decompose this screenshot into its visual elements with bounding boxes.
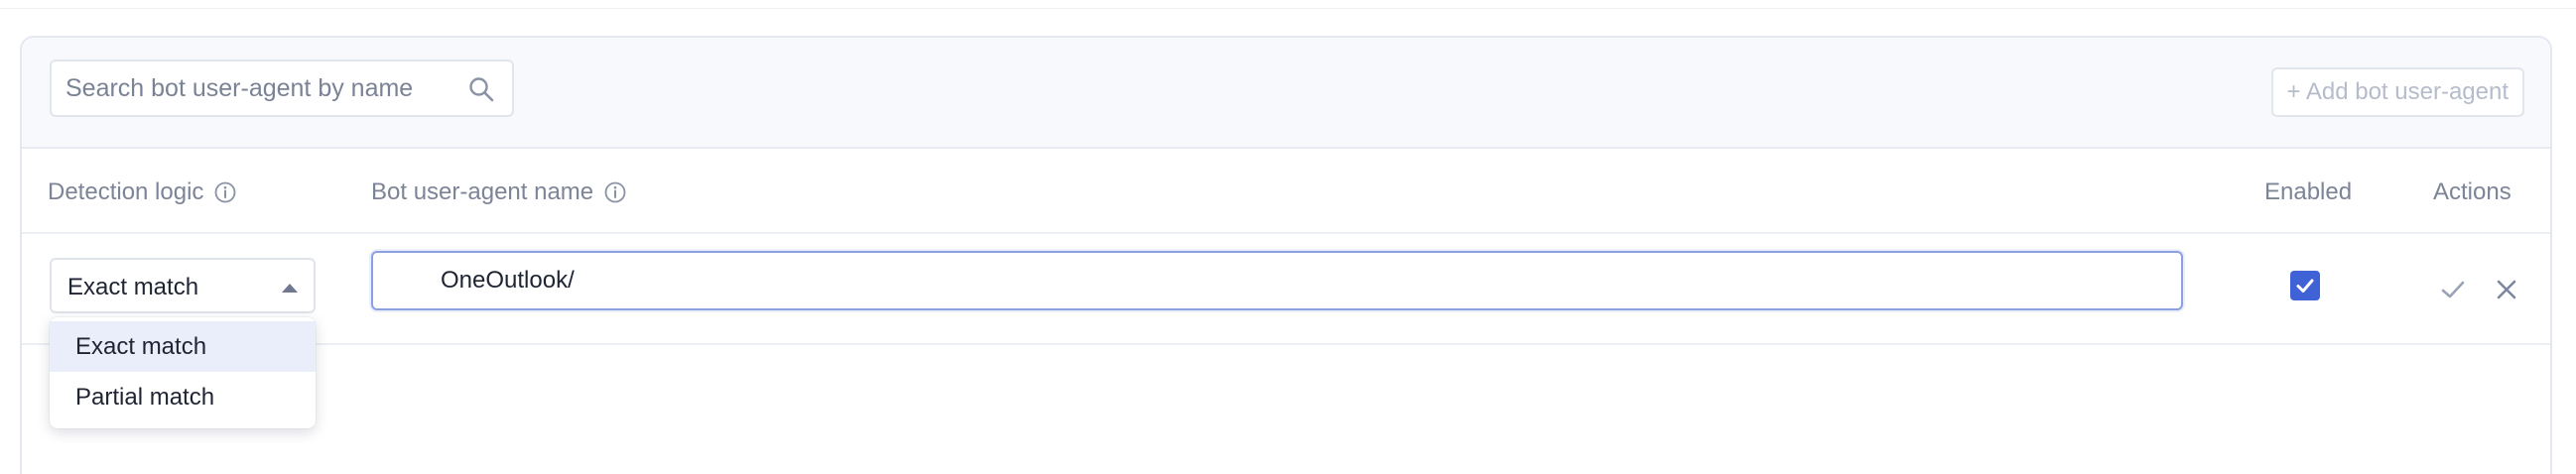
column-header-label: Actions xyxy=(2433,178,2512,205)
table-header: Detection logic Bot user-agent name Enab… xyxy=(22,149,2550,234)
search-input[interactable] xyxy=(52,61,512,115)
dropdown-option-exact-match[interactable]: Exact match xyxy=(50,321,316,372)
column-header-label: Detection logic xyxy=(48,178,204,205)
dropdown-option-partial-match[interactable]: Partial match xyxy=(50,372,316,422)
checkmark-icon xyxy=(2296,279,2314,293)
cancel-close-icon[interactable] xyxy=(2493,276,2520,303)
page-divider xyxy=(0,8,2576,9)
bot-user-agents-panel: + Add bot user-agent Detection logic Bot… xyxy=(20,36,2552,474)
search-icon[interactable] xyxy=(466,74,496,104)
column-header-actions: Actions xyxy=(2433,178,2512,206)
info-icon[interactable] xyxy=(213,180,237,204)
enabled-checkbox[interactable] xyxy=(2290,271,2320,300)
caret-up-icon xyxy=(282,284,298,293)
info-icon[interactable] xyxy=(603,180,627,204)
detection-logic-select[interactable]: Exact match xyxy=(50,258,316,313)
toolbar: + Add bot user-agent xyxy=(22,38,2550,149)
confirm-check-icon[interactable] xyxy=(2439,276,2467,303)
column-header-bot-name: Bot user-agent name xyxy=(371,178,627,206)
column-header-enabled: Enabled xyxy=(2264,178,2352,206)
column-header-label: Enabled xyxy=(2264,178,2353,205)
bot-user-agent-name-input[interactable] xyxy=(371,251,2183,310)
column-header-detection-logic: Detection logic xyxy=(48,178,237,206)
table-row-editing: Exact match Exact match Partial match xyxy=(22,234,2550,428)
search-box xyxy=(50,59,514,117)
detection-logic-dropdown: Exact match Partial match xyxy=(50,317,316,428)
column-header-label: Bot user-agent name xyxy=(371,178,594,205)
detection-logic-value: Exact match xyxy=(67,274,199,300)
add-bot-user-agent-button[interactable]: + Add bot user-agent xyxy=(2270,67,2524,117)
